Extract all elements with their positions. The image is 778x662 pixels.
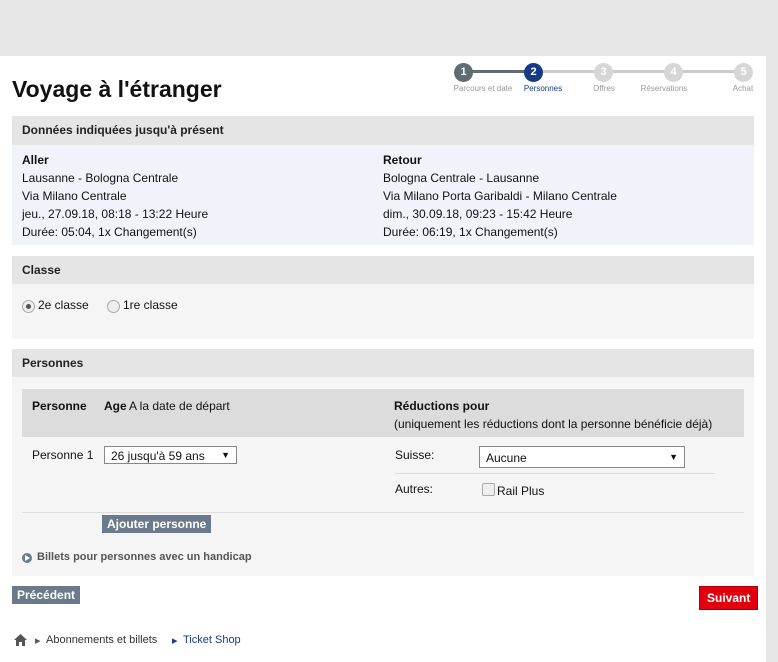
outbound-datetime: jeu., 27.09.18, 08:18 - 13:22 Heure (22, 207, 209, 221)
autres-label: Autres: (395, 482, 434, 496)
step-2-dot: 2 (524, 63, 543, 82)
step-1-label[interactable]: Parcours et date (454, 84, 513, 93)
persons-box: Personne Age A la date de départ Réducti… (12, 377, 754, 576)
step-5-dot: 5 (734, 63, 753, 82)
class-header-label: Classe (22, 263, 61, 277)
persons-table-header: Personne Age A la date de départ Réducti… (22, 389, 744, 437)
return-via: Via Milano Porta Garibaldi - Milano Cent… (383, 189, 617, 203)
class-header: Classe (12, 256, 754, 284)
persons-header: Personnes (12, 349, 754, 377)
rail-plus-checkbox[interactable] (482, 483, 495, 496)
step-4-label: Réservations (640, 84, 688, 93)
outbound-duration: Durée: 05:04, 1x Changement(s) (22, 225, 197, 239)
chevron-down-icon: ▼ (669, 452, 678, 462)
chevron-down-icon: ▼ (221, 450, 230, 460)
previous-button[interactable]: Précédent (12, 586, 81, 604)
handicap-link[interactable]: Billets pour personnes avec un handicap (37, 551, 252, 563)
divider (22, 512, 744, 513)
age-select-value: 26 jusqu'à 59 ans (111, 449, 205, 463)
col-age: Age (104, 399, 127, 413)
suisse-select[interactable]: Aucune ▼ (479, 446, 685, 468)
class-2-radio[interactable] (22, 300, 35, 313)
class-1-label[interactable]: 1re classe (123, 298, 178, 312)
col-person: Personne (32, 399, 87, 413)
col-reductions: Réductions pour (394, 399, 490, 413)
home-icon[interactable] (14, 634, 27, 646)
page-title: Voyage à l'étranger (12, 76, 222, 102)
class-box: 2e classe 1re classe (12, 284, 754, 339)
col-age-note: A la date de départ (129, 399, 230, 413)
age-select[interactable]: 26 jusqu'à 59 ans ▼ (104, 446, 237, 464)
persons-header-label: Personnes (22, 356, 84, 370)
breadcrumb-sep: ▸ (35, 635, 41, 647)
step-4-dot: 4 (664, 63, 683, 82)
summary-header-label: Données indiquées jusqu'à présent (22, 123, 224, 137)
next-button[interactable]: Suivant (699, 586, 759, 610)
step-3-label: Offres (593, 84, 615, 93)
col-reductions-note: (uniquement les réductions dont la perso… (394, 417, 713, 431)
step-5-label: Achat (732, 84, 754, 93)
add-person-button[interactable]: Ajouter personne (102, 515, 212, 533)
step-1-dot[interactable]: 1 (454, 63, 473, 82)
class-2-label[interactable]: 2e classe (38, 298, 89, 312)
stepper-line-todo (534, 70, 744, 73)
add-circle-icon (22, 553, 32, 563)
breadcrumb-item-abonnements[interactable]: Abonnements et billets (46, 634, 157, 646)
return-duration: Durée: 06:19, 1x Changement(s) (383, 225, 558, 239)
outbound-via: Via Milano Centrale (22, 189, 127, 203)
class-1-radio[interactable] (107, 300, 120, 313)
person-1-label: Personne 1 (32, 448, 94, 462)
return-datetime: dim., 30.09.18, 09:23 - 15:42 Heure (383, 207, 573, 221)
step-3-dot: 3 (594, 63, 613, 82)
divider (395, 473, 715, 474)
rail-plus-label[interactable]: Rail Plus (497, 484, 544, 498)
breadcrumb-item-ticket-shop[interactable]: Ticket Shop (183, 634, 241, 646)
breadcrumb-sep: ▸ (172, 635, 178, 647)
suisse-select-value: Aucune (486, 451, 527, 465)
return-route: Bologna Centrale - Lausanne (383, 171, 540, 185)
step-2-label: Personnes (523, 84, 563, 93)
summary-header: Données indiquées jusqu'à présent (12, 116, 754, 145)
return-heading: Retour (383, 153, 422, 167)
suisse-label: Suisse: (395, 448, 435, 462)
outbound-route: Lausanne - Bologna Centrale (22, 171, 179, 185)
summary-box: Aller Lausanne - Bologna Centrale Via Mi… (12, 145, 754, 245)
page: 1 2 3 4 5 Parcours et date Personnes Off… (0, 56, 766, 662)
outbound-heading: Aller (22, 153, 49, 167)
